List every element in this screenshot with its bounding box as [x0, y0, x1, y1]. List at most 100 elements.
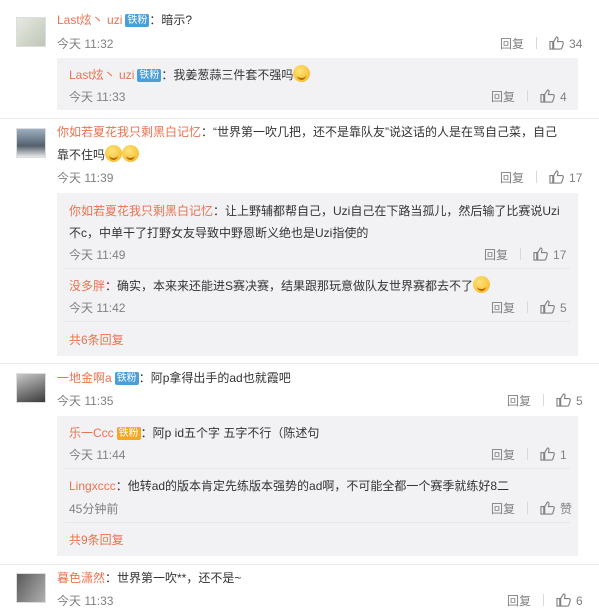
- divider: [0, 118, 599, 119]
- avatar[interactable]: [16, 128, 46, 158]
- username[interactable]: 乐一Ccc: [69, 426, 114, 440]
- reply-button[interactable]: 回复: [491, 90, 515, 104]
- reply-actions: 回复 赞: [491, 500, 572, 518]
- reply-text: 没多胖：确实，本来来还能进S赛决赛，结果跟那玩意做队友世界赛都去不了: [69, 276, 491, 295]
- comment-actions: 回复 34: [500, 35, 582, 53]
- divider: [527, 90, 529, 102]
- thumbs-up-icon[interactable]: [540, 501, 555, 515]
- reply-text: 你如若夏花我只剩黑白记忆：让上野辅都帮自己，Uzi自己在下路当孤儿，然后输了比赛…: [69, 202, 560, 220]
- reply-button[interactable]: 回复: [491, 448, 515, 462]
- reply-button[interactable]: 回复: [491, 502, 515, 516]
- divider: [527, 502, 529, 514]
- reply-text: 不c，中单干了打野女友导致中野恩断义绝也是Uzi指使的: [69, 224, 368, 242]
- like-count: 6: [576, 594, 583, 608]
- reply-body: ：让上野辅都帮自己，Uzi自己在下路当孤儿，然后输了比赛说Uzi: [213, 204, 560, 218]
- fan-badge: 铁粉: [125, 14, 150, 27]
- username[interactable]: 暮色潇然: [57, 571, 105, 585]
- comment-text: 暮色潇然：世界第一吹**，还不是~: [57, 569, 241, 587]
- divider: [527, 301, 529, 313]
- reply-button[interactable]: 回复: [500, 171, 524, 185]
- like-count: 1: [560, 448, 567, 462]
- avatar[interactable]: [16, 573, 46, 603]
- more-replies-link[interactable]: 共6条回复: [69, 331, 124, 349]
- username[interactable]: 没多胖: [69, 279, 105, 293]
- divider: [65, 321, 570, 322]
- like-count: 17: [569, 171, 583, 185]
- thumbs-up-icon[interactable]: [549, 36, 564, 50]
- thumbs-up-icon[interactable]: [556, 393, 571, 407]
- like-count: 34: [569, 37, 583, 51]
- timestamp: 今天 11:33: [57, 594, 114, 608]
- thumbs-up-icon[interactable]: [533, 247, 548, 261]
- divider: [536, 171, 538, 183]
- thumbs-up-icon[interactable]: [549, 170, 564, 184]
- divider: [543, 594, 545, 606]
- timestamp: 今天 11:49: [69, 248, 126, 262]
- username[interactable]: Last炫丶 uzi: [69, 68, 134, 82]
- comment-actions: 回复 17: [500, 169, 582, 187]
- reply-body: ：我姜葱蒜三件套不强吗: [161, 68, 294, 82]
- thumbs-up-icon[interactable]: [540, 300, 555, 314]
- reply-button[interactable]: 回复: [507, 594, 531, 608]
- divider: [65, 268, 570, 269]
- avatar[interactable]: [16, 17, 46, 47]
- reply-body: 不c，中单干了打野女友导致中野恩断义绝也是Uzi指使的: [69, 226, 369, 240]
- username[interactable]: 一地金啊a: [57, 371, 112, 385]
- comment-text: 一地金啊a 铁粉 ：阿p拿得出手的ad也就霞吧: [57, 369, 291, 387]
- comment-text: 你如若夏花我只剩黑白记忆：“世界第一吹几把，还不是靠队友”说这话的人是在骂自己菜…: [57, 123, 557, 141]
- thumbs-up-icon[interactable]: [540, 89, 555, 103]
- reply-button[interactable]: 回复: [484, 248, 508, 262]
- fan-badge: 铁粉: [137, 69, 162, 82]
- username[interactable]: 你如若夏花我只剩黑白记忆: [57, 125, 201, 139]
- divider: [543, 394, 545, 406]
- comment-body: 靠不住吗: [57, 148, 106, 162]
- username[interactable]: Lingxccc: [69, 479, 116, 493]
- thumbs-up-icon[interactable]: [540, 447, 555, 461]
- timestamp: 今天 11:44: [69, 448, 126, 462]
- smile-emoji-icon: [122, 145, 140, 162]
- divider: [65, 468, 570, 469]
- reply-text: Last炫丶 uzi 铁粉 ：我姜葱蒜三件套不强吗: [69, 65, 311, 84]
- like-count: 5: [560, 301, 567, 315]
- divider: [536, 37, 538, 49]
- divider: [520, 248, 522, 260]
- divider: [0, 564, 599, 565]
- fan-badge: 铁粉: [114, 372, 139, 385]
- comment-actions: 回复 6: [507, 592, 583, 610]
- reply-body: ：确实，本来来还能进S赛决赛，结果跟那玩意做队友世界赛都去不了: [105, 279, 474, 293]
- reply-text: Lingxccc：他转ad的版本肯定先练版本强势的ad啊，不可能全都一个赛季就练…: [69, 477, 509, 495]
- fan-badge: 铁粉: [116, 427, 141, 440]
- reply-body: ：阿p id五个字 五字不行（陈述句: [140, 426, 320, 440]
- comment-body: ：世界第一吹**，还不是~: [105, 571, 242, 585]
- more-replies-link[interactable]: 共9条回复: [69, 531, 124, 549]
- timestamp: 今天 11:32: [57, 37, 114, 51]
- timestamp: 今天 11:33: [69, 90, 126, 104]
- username[interactable]: 你如若夏花我只剩黑白记忆: [69, 204, 213, 218]
- comment-body: ：暗示?: [149, 13, 193, 27]
- reply-actions: 回复 17: [484, 246, 566, 264]
- timestamp: 今天 11:39: [57, 171, 114, 185]
- username[interactable]: Last炫丶 uzi: [57, 13, 122, 27]
- divider: [527, 448, 529, 460]
- reply-button[interactable]: 回复: [500, 37, 524, 51]
- comment-text: Last炫丶 uzi 铁粉 ：暗示?: [57, 11, 192, 29]
- like-count: 17: [553, 248, 567, 262]
- smile-emoji-icon: [473, 276, 491, 293]
- reply-body: ：他转ad的版本肯定先练版本强势的ad啊，不可能全都一个赛季就练好8二: [115, 479, 510, 493]
- reply-actions: 回复 1: [491, 446, 567, 464]
- divider: [65, 522, 570, 523]
- reply-button[interactable]: 回复: [491, 301, 515, 315]
- reply-button[interactable]: 回复: [507, 394, 531, 408]
- reply-actions: 回复 4: [491, 88, 567, 106]
- reply-actions: 回复 5: [491, 299, 567, 317]
- like-count: 4: [560, 90, 567, 104]
- comment-text: 靠不住吗: [57, 145, 140, 164]
- smile-emoji-icon: [293, 65, 311, 82]
- like-count: 5: [576, 394, 583, 408]
- timestamp: 今天 11:35: [57, 394, 114, 408]
- reply-text: 乐一Ccc 铁粉 ：阿p id五个字 五字不行（陈述句: [69, 424, 319, 442]
- avatar[interactable]: [16, 373, 46, 403]
- thumbs-up-icon[interactable]: [556, 593, 571, 607]
- timestamp: 45分钟前: [69, 502, 119, 516]
- like-count: 赞: [560, 502, 573, 516]
